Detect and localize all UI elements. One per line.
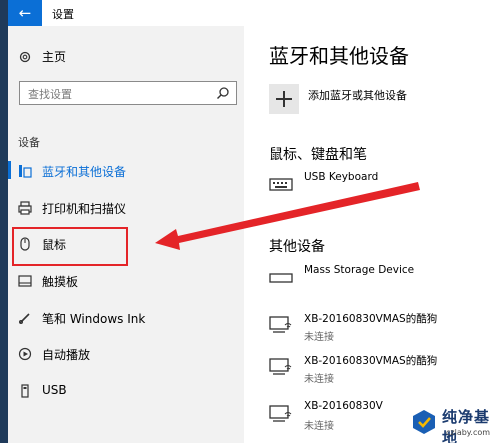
usb-icon	[21, 384, 29, 398]
device-name: XB-20160830VMAS的酷狗	[304, 355, 438, 367]
touchpad-icon	[18, 275, 32, 287]
watermark-text: 纯净基地	[442, 408, 491, 443]
sidebar-item-bluetooth[interactable]: 蓝牙和其他设备	[8, 157, 244, 187]
autoplay-icon	[18, 347, 32, 361]
search-icon[interactable]	[216, 86, 230, 100]
back-button[interactable]: ←	[8, 0, 42, 26]
gear-icon	[19, 51, 31, 62]
mouse-highlight-box	[12, 227, 128, 266]
sidebar-item-printers[interactable]: 打印机和扫描仪	[8, 194, 244, 224]
sidebar-home[interactable]: 主页	[18, 48, 66, 65]
device-name: XB-20160830VMAS的酷狗	[304, 313, 438, 325]
back-arrow-icon: ←	[18, 4, 32, 22]
sidebar-item-label: 触摸板	[42, 275, 79, 289]
sidebar-item-touchpad[interactable]: 触摸板	[8, 267, 244, 297]
sidebar-item-autoplay[interactable]: 自动播放	[8, 340, 244, 370]
section-devices: 设备	[18, 136, 40, 149]
device-item[interactable]: Mass Storage Device	[269, 264, 499, 298]
device-status: 未连接	[304, 332, 334, 343]
title-bar	[8, 0, 500, 26]
storage-device-icon	[269, 273, 293, 283]
main-panel: 蓝牙和其他设备 添加蓝牙或其他设备 鼠标、键盘和笔 USB Keyboard 其…	[244, 26, 500, 443]
watermark: 纯净基地 czlaby.com	[408, 404, 500, 443]
sidebar-item-label: USB	[42, 383, 67, 397]
add-device-button[interactable]	[269, 84, 299, 114]
sidebar-item-usb[interactable]: USB	[8, 377, 244, 407]
add-device-label[interactable]: 添加蓝牙或其他设备	[308, 87, 407, 103]
keyboard-icon	[269, 178, 293, 191]
sidebar-item-pen[interactable]: 笔和 Windows Ink	[8, 304, 244, 334]
sidebar-item-label: 笔和 Windows Ink	[42, 312, 146, 326]
watermark-logo-icon	[413, 410, 435, 434]
device-item[interactable]: XB-20160830VMAS的酷狗 未连接	[269, 353, 499, 387]
device-name: Mass Storage Device	[304, 264, 415, 276]
sidebar-item-label: 打印机和扫描仪	[42, 202, 127, 216]
device-item[interactable]: XB-20160830VMAS的酷狗 未连接	[269, 311, 499, 345]
watermark-sub: czlaby.com	[446, 428, 491, 437]
network-device-icon	[269, 358, 292, 375]
section-other-devices: 其他设备	[269, 239, 325, 255]
window-title: 设置	[52, 8, 74, 21]
home-label: 主页	[42, 50, 67, 64]
device-status: 未连接	[304, 421, 334, 432]
page-title: 蓝牙和其他设备	[269, 44, 409, 68]
bluetooth-devices-icon	[19, 165, 32, 178]
desktop-edge	[0, 0, 8, 443]
network-device-icon	[269, 405, 292, 422]
device-status: 未连接	[304, 374, 334, 385]
search-placeholder: 查找设置	[28, 88, 72, 101]
sidebar-item-label: 蓝牙和其他设备	[42, 165, 127, 179]
network-device-icon	[269, 316, 292, 333]
section-input-devices: 鼠标、键盘和笔	[269, 147, 367, 163]
pen-icon	[19, 313, 30, 324]
search-input[interactable]: 查找设置	[19, 81, 237, 105]
device-item[interactable]: USB Keyboard	[269, 171, 499, 205]
sidebar-item-label: 自动播放	[42, 348, 91, 362]
printer-icon	[18, 201, 32, 215]
device-name: XB-20160830V	[304, 400, 383, 412]
device-name: USB Keyboard	[304, 171, 379, 183]
